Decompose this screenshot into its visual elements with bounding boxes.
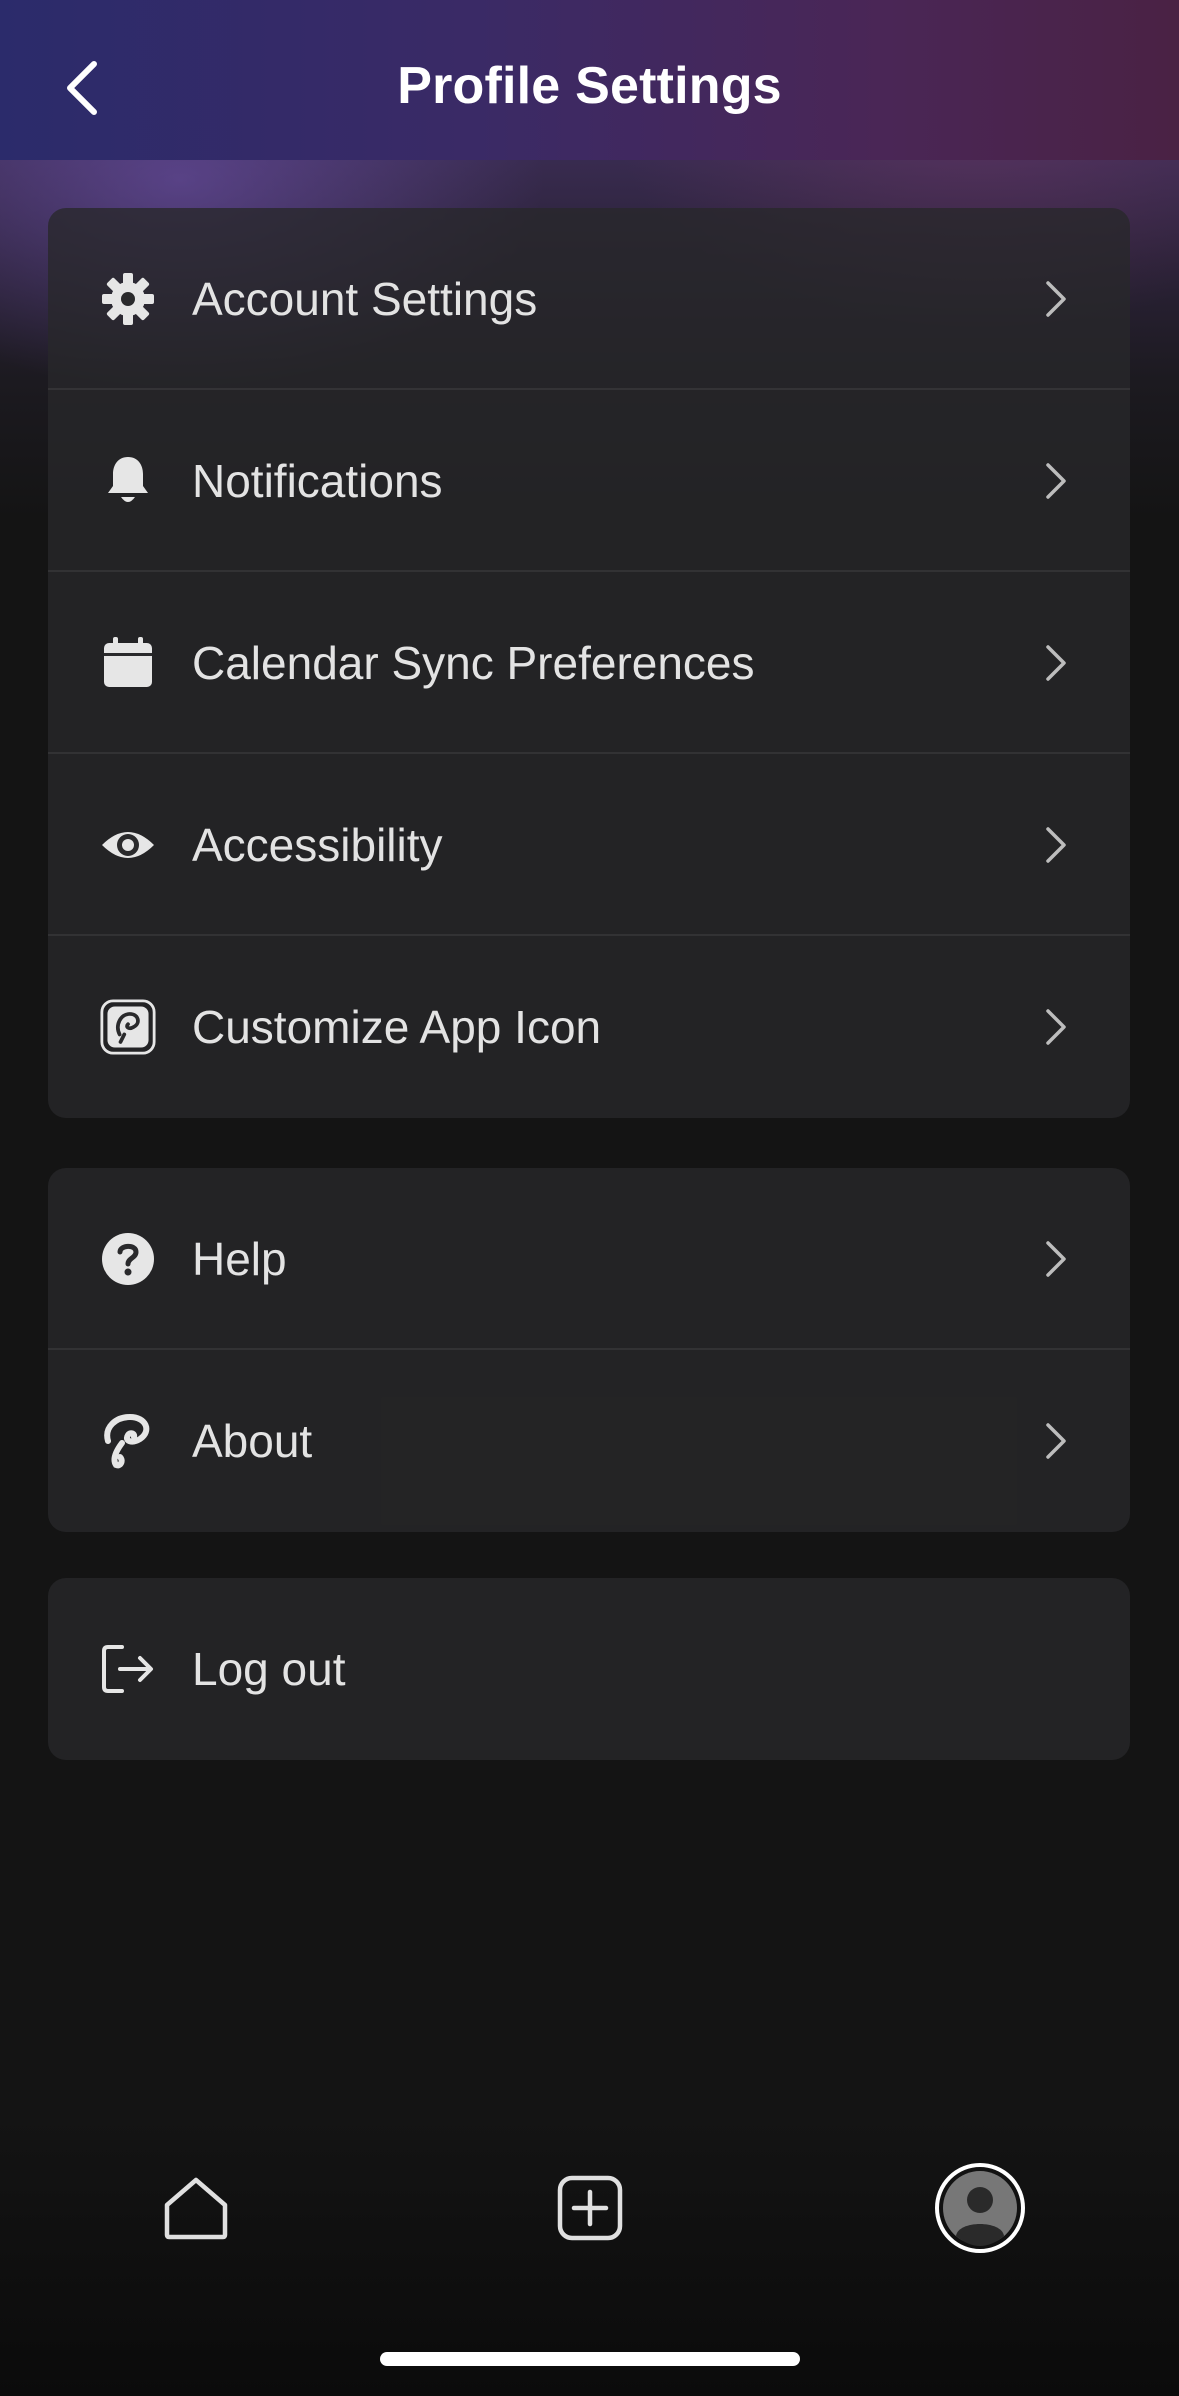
row-label: Accessibility [192,819,443,871]
tab-create[interactable] [542,2160,638,2256]
row-label: Help [192,1233,287,1285]
tab-profile[interactable] [934,2162,1026,2254]
tab-home[interactable] [148,2160,244,2256]
row-label: Calendar Sync Preferences [192,637,755,689]
avatar-icon [935,2163,1025,2253]
home-icon [164,2177,228,2240]
logout-icon [100,1641,156,1697]
row-label: Customize App Icon [192,1001,602,1053]
calendar-sync-row[interactable]: Calendar Sync Preferences [48,572,1130,754]
chevron-right-icon [1038,275,1074,323]
about-row[interactable]: About [48,1350,1130,1532]
chevron-right-icon [1038,1003,1074,1051]
row-label: Account Settings [192,273,538,325]
settings-group-logout: Log out [48,1578,1130,1760]
row-label: Log out [192,1643,346,1695]
help-row[interactable]: Help [48,1168,1130,1350]
chevron-right-icon [1038,639,1074,687]
notifications-row[interactable]: Notifications [48,390,1130,572]
account-settings-row[interactable]: Account Settings [48,208,1130,390]
home-indicator [380,2352,800,2366]
logout-row[interactable]: Log out [48,1578,1130,1760]
bell-icon [100,453,156,509]
app-logo-icon [100,999,156,1055]
page-title: Profile Settings [397,57,782,115]
customize-app-icon-row[interactable]: Customize App Icon [48,936,1130,1118]
settings-group-support: Help About [48,1168,1130,1532]
app-logo-icon [100,1413,156,1469]
navigation-bar: Profile Settings [0,0,1179,160]
chevron-right-icon [1038,1417,1074,1465]
calendar-icon [100,635,156,691]
chevron-right-icon [1038,457,1074,505]
row-label: About [192,1415,313,1467]
settings-group-main: Account Settings Notifications Calendar … [48,208,1130,1118]
question-circle-icon [100,1231,156,1287]
row-label: Notifications [192,455,443,507]
accessibility-row[interactable]: Accessibility [48,754,1130,936]
profile-settings-screen: Profile Settings Account Settings Notifi… [0,0,1179,2396]
gear-icon [100,271,156,327]
plus-square-icon [557,2175,623,2241]
eye-icon [100,817,156,873]
chevron-right-icon [1038,821,1074,869]
chevron-right-icon [1038,1235,1074,1283]
